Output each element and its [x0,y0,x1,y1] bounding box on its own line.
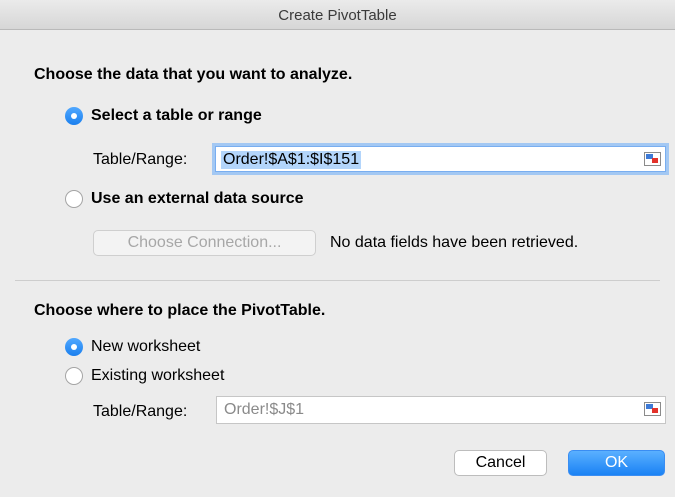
no-fields-text: No data fields have been retrieved. [330,234,579,251]
cancel-button[interactable]: Cancel [454,450,547,476]
placement-table-range-value[interactable]: Order!$J$1 [222,401,306,419]
placement-table-range-input[interactable]: Order!$J$1 [216,396,666,424]
table-range-label: Table/Range: [93,151,188,168]
new-worksheet-radio[interactable] [65,338,83,356]
placement-table-range-label: Table/Range: [93,403,188,420]
table-range-input[interactable]: Order!$A$1:$I$151 [215,146,666,172]
existing-worksheet-label: Existing worksheet [91,367,225,384]
data-section-heading: Choose the data that you want to analyze… [34,66,353,83]
range-picker-icon[interactable] [644,152,661,166]
existing-worksheet-radio[interactable] [65,367,83,385]
external-source-label: Use an external data source [91,190,304,207]
new-worksheet-label: New worksheet [91,338,201,355]
placement-section-heading: Choose where to place the PivotTable. [34,302,326,319]
ok-button[interactable]: OK [568,450,665,476]
select-range-radio[interactable] [65,107,83,125]
placement-range-picker-icon[interactable] [644,402,661,416]
window-title: Create PivotTable [278,7,397,24]
external-source-radio[interactable] [65,190,83,208]
choose-connection-button[interactable]: Choose Connection... [93,230,316,256]
title-bar: Create PivotTable [0,0,675,30]
section-divider [15,280,660,281]
table-range-value[interactable]: Order!$A$1:$I$151 [221,151,362,169]
select-range-label: Select a table or range [91,107,262,124]
